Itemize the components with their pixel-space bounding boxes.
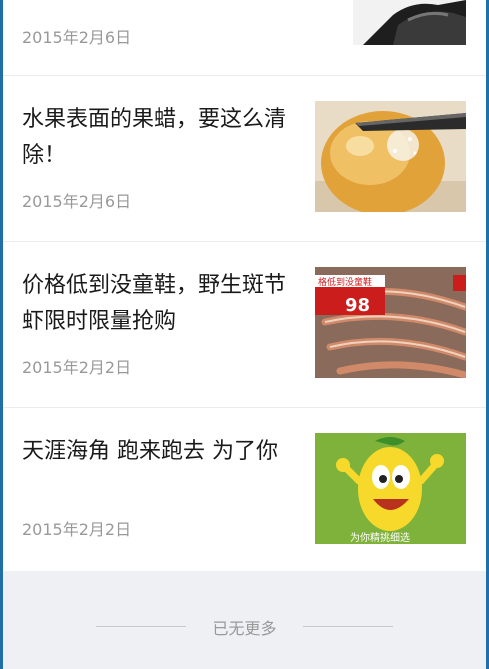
article-item[interactable]: 价格低到没童鞋，野生斑节虾限时限量抢购 2015年2月2日 格低到没童鞋 98 xyxy=(3,242,486,408)
list-end-footer: 已无更多 xyxy=(3,571,486,669)
article-list-frame: 2015年2月6日 水果表面的果蜡，要这么清除！ 2015年2月6日 价格低到没… xyxy=(3,0,486,669)
lemon-caption-text: 为你精挑细选 xyxy=(350,531,410,544)
article-thumbnail[interactable] xyxy=(353,0,466,45)
article-thumbnail[interactable] xyxy=(315,101,466,212)
article-item[interactable]: 水果表面的果蜡，要这么清除！ 2015年2月6日 xyxy=(3,76,486,242)
article-item[interactable]: 天涯海角 跑来跑去 为了你 2015年2月2日 为你精挑细选 xyxy=(3,408,486,574)
dark-product-image xyxy=(353,0,466,45)
article-date: 2015年2月6日 xyxy=(22,192,132,211)
article-date: 2015年2月6日 xyxy=(22,28,132,47)
promo-price-text: 98 xyxy=(345,295,370,316)
article-item[interactable]: 2015年2月6日 xyxy=(3,0,486,76)
article-title: 天涯海角 跑来跑去 为了你 xyxy=(22,439,278,464)
article-title: 价格低到没童鞋，野生斑节虾限时限量抢购 xyxy=(22,273,287,334)
lemon-cartoon-image: 为你精挑细选 xyxy=(315,433,466,544)
article-thumbnail[interactable]: 为你精挑细选 xyxy=(315,433,466,544)
apple-knife-image xyxy=(315,101,466,212)
footer-divider-right xyxy=(303,626,393,627)
no-more-text: 已无更多 xyxy=(212,619,277,638)
article-thumbnail[interactable]: 格低到没童鞋 98 xyxy=(315,267,466,378)
article-title: 水果表面的果蜡，要这么清除！ xyxy=(22,107,287,168)
shrimp-promo-image: 格低到没童鞋 98 xyxy=(315,267,466,378)
article-date: 2015年2月2日 xyxy=(22,358,132,377)
promo-banner-text: 格低到没童鞋 xyxy=(318,276,372,288)
article-date: 2015年2月2日 xyxy=(22,520,132,539)
